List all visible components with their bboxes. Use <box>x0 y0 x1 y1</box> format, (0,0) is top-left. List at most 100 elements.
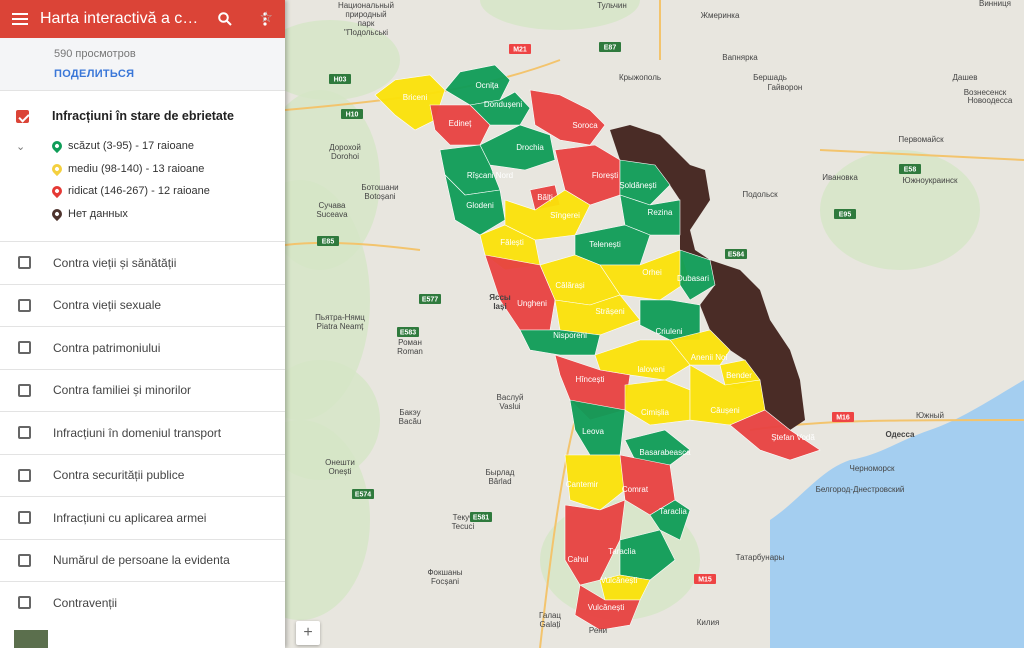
place-label: Галац <box>539 611 561 620</box>
place-label: Винниця <box>979 0 1011 8</box>
district-label: Ialoveni <box>637 365 665 374</box>
place-label: Килия <box>697 618 720 627</box>
place-label: Iași <box>493 302 506 311</box>
layer-label: Numărul de persoane la evidenta <box>53 553 230 568</box>
district-label: Basarabeasca <box>639 448 691 457</box>
district-label: Vulcănești <box>601 576 638 585</box>
layer-checkbox[interactable] <box>18 383 31 397</box>
legend-item-high[interactable]: ridicat (146-267) - 12 raioane <box>16 180 269 203</box>
top-bar: Harta interactivă a con... <box>0 0 285 38</box>
layer-item[interactable]: Numărul de persoane la evidenta <box>0 538 285 582</box>
place-label: Белгород-Днестровский <box>816 485 905 494</box>
legend: ⌄ scăzut (3-95) - 17 raioane mediu (98-1… <box>16 135 269 225</box>
place-label: парк <box>358 19 375 28</box>
place-label: Дорохой <box>329 143 361 152</box>
menu-icon[interactable] <box>0 13 40 25</box>
layer-checkbox[interactable] <box>18 468 31 482</box>
search-icon[interactable] <box>205 12 245 26</box>
place-label: Жмеринка <box>701 11 740 20</box>
layer-item[interactable]: Contravenții <box>0 581 285 624</box>
map-pin-icon <box>49 161 65 176</box>
place-label: Яссы <box>489 293 511 302</box>
layer-item[interactable]: Contra vieții sexuale <box>0 283 285 327</box>
road-shield-label: M15 <box>698 577 712 584</box>
district-label: Strășeni <box>595 307 625 316</box>
zoom-in-button[interactable]: + <box>296 621 320 645</box>
district-label: Anenii Noi <box>691 353 728 362</box>
layer-checkbox[interactable] <box>18 596 31 610</box>
layer-item[interactable]: Contra vieții și sănătății <box>0 241 285 284</box>
district-label: Briceni <box>403 93 428 102</box>
legend-item-medium[interactable]: mediu (98-140) - 13 raioane <box>16 158 269 181</box>
map-canvas[interactable]: Briceni Ocnița Dondușeni Edineț Soroca Drochi… <box>285 0 1024 648</box>
legend-item-low[interactable]: ⌄ scăzut (3-95) - 17 raioane <box>16 135 269 158</box>
layer-item[interactable]: Contra familiei și minorilor <box>0 368 285 412</box>
place-label: Roman <box>397 347 423 356</box>
legend-item-nodata[interactable]: Нет данных <box>16 203 269 226</box>
district-label: Călărași <box>555 281 585 290</box>
active-layer: Infracțiuni în stare de ebrietate ⌄ scăz… <box>0 91 285 225</box>
place-label: Suceava <box>316 210 348 219</box>
place-label: Южноукраинск <box>903 176 958 185</box>
place-label: Ивановка <box>822 173 858 182</box>
layer-checkbox[interactable] <box>18 341 31 355</box>
road-shield-label: M21 <box>513 47 527 54</box>
district-label: Cimișlia <box>641 408 670 417</box>
star-icon[interactable]: ☆ <box>260 8 273 26</box>
layer-checkbox-checked[interactable] <box>16 109 29 123</box>
layer-item[interactable]: Infracțiuni în domeniul transport <box>0 411 285 454</box>
road-shield-label: H10 <box>346 112 359 119</box>
district-label: Cahul <box>568 555 589 564</box>
layer-checkbox[interactable] <box>18 511 31 525</box>
road-shield-label: E87 <box>604 45 617 52</box>
district-label: Florești <box>592 171 618 180</box>
share-link[interactable]: ПОДЕЛИТЬСЯ <box>0 68 285 88</box>
place-label: Сучава <box>318 201 346 210</box>
basemap-thumbnail[interactable] <box>14 630 48 648</box>
district-label: Bender <box>726 371 752 380</box>
district-label: Criuleni <box>655 327 682 336</box>
map-title: Harta interactivă a con... <box>40 10 205 27</box>
place-label: Vaslui <box>499 402 520 411</box>
layer-checkbox[interactable] <box>18 426 31 440</box>
place-label: Тульчин <box>597 1 627 10</box>
layer-item[interactable]: Contra patrimoniului <box>0 326 285 369</box>
road-shield-label: E581 <box>473 515 489 522</box>
map[interactable]: Briceni Ocnița Dondușeni Edineț Soroca Drochi… <box>285 0 1024 648</box>
district-label: Nisporeni <box>553 331 587 340</box>
place-label: Черноморск <box>850 464 895 473</box>
layer-item[interactable]: Contra securității publice <box>0 453 285 497</box>
place-label: природный <box>345 10 386 19</box>
place-label: Фокшаны <box>427 568 462 577</box>
place-label: Бырлад <box>486 468 515 477</box>
layer-label: Contra vieții sexuale <box>53 298 162 313</box>
layer-list: Contra vieții și sănătății Contra vieții … <box>0 241 285 624</box>
district-label: Ungheni <box>517 299 547 308</box>
layer-label: Infracțiuni în domeniul transport <box>53 425 222 440</box>
layer-checkbox[interactable] <box>18 256 31 270</box>
district-label: Sîngerei <box>550 211 580 220</box>
chevron-down-icon[interactable]: ⌄ <box>16 140 36 153</box>
place-label: Национальный <box>338 1 394 10</box>
district-label: Rîșcani Nord <box>467 171 513 180</box>
place-label: Bacău <box>399 417 422 426</box>
place-label: Galați <box>540 620 561 629</box>
place-label: Одесса <box>886 430 915 439</box>
layer-checkbox[interactable] <box>18 298 31 312</box>
road-shield-label: E85 <box>322 239 335 246</box>
layer-item[interactable]: Infracțiuni cu aplicarea armei <box>0 496 285 539</box>
place-label: Васлуй <box>497 393 524 402</box>
place-label: Бакэу <box>399 408 420 417</box>
district-label: Rezina <box>648 208 673 217</box>
district-label: Căușeni <box>710 406 740 415</box>
map-pin-icon <box>49 184 65 199</box>
sidebar: Harta interactivă a con... 590 просмотро… <box>0 0 285 648</box>
layer-checkbox[interactable] <box>18 553 31 567</box>
place-label: Focșani <box>431 577 459 586</box>
district-label: Taraclia <box>608 547 636 556</box>
place-label: Подольск <box>742 190 778 199</box>
place-label: Onești <box>328 467 351 476</box>
road-shield-label: E584 <box>728 252 744 259</box>
place-label: Tecuci <box>452 522 475 531</box>
district-label: Ștefan Vodă <box>771 433 815 442</box>
